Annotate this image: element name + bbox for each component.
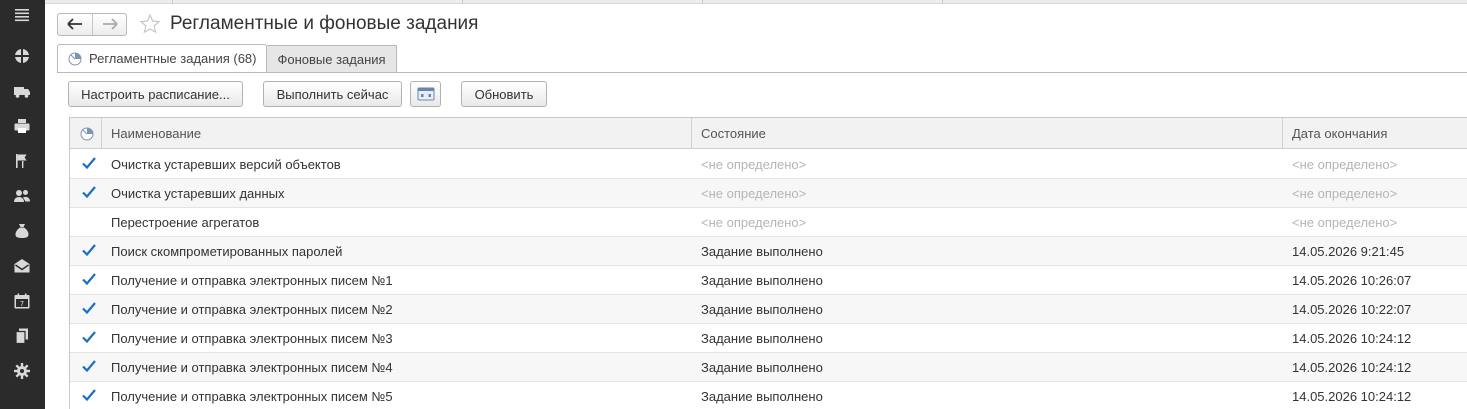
arrow-right-icon [102, 18, 118, 30]
checkmark-icon[interactable] [81, 358, 97, 374]
tab-label: Регламентные задания (68) [89, 51, 257, 66]
calendar-icon[interactable]: 7 [12, 291, 32, 311]
cell-state: Задание выполнено [701, 389, 823, 404]
documents-icon[interactable] [12, 326, 32, 346]
title-row: Регламентные и фоновые задания [57, 12, 478, 36]
gear-icon[interactable] [12, 361, 32, 381]
tab-scheduled-jobs[interactable]: Регламентные задания (68) [57, 44, 268, 72]
run-now-button[interactable]: Выполнить сейчас [263, 81, 402, 107]
checkmark-icon[interactable] [81, 184, 97, 200]
cell-state: Задание выполнено [701, 273, 823, 288]
table-row[interactable]: Получение и отправка электронных писем №… [70, 266, 1467, 295]
table-row[interactable]: Получение и отправка электронных писем №… [70, 295, 1467, 324]
jobs-table: Наименование Состояние Дата окончания Оч… [69, 117, 1467, 409]
clock-icon [80, 127, 94, 140]
tab-divider [57, 72, 1467, 73]
cell-name: Получение и отправка электронных писем №… [111, 273, 393, 288]
table-row[interactable]: Очистка устаревших версий объектов <не оп… [70, 150, 1467, 179]
back-button[interactable] [58, 14, 92, 35]
checkmark-icon[interactable] [81, 155, 97, 171]
cell-name: Очистка устаревших версий объектов [111, 157, 341, 172]
checkmark-icon[interactable] [81, 387, 97, 403]
flags-icon[interactable] [12, 151, 32, 171]
table-row[interactable]: Получение и отправка электронных писем №… [70, 353, 1467, 382]
users-icon[interactable] [12, 186, 32, 206]
debug-button[interactable] [410, 81, 441, 107]
cell-name: Получение и отправка электронных писем №… [111, 331, 393, 346]
table-row[interactable]: Получение и отправка электронных писем №… [70, 382, 1467, 409]
cell-end-date: 14.05.2026 10:24:12 [1292, 389, 1412, 404]
main-area: Регламентные и фоновые задания Регламент… [45, 4, 1467, 409]
console-icon [417, 87, 434, 101]
cell-end-date: 14.05.2026 10:22:07 [1292, 302, 1412, 317]
tab-background-jobs[interactable]: Фоновые задания [267, 45, 397, 72]
svg-text:7: 7 [20, 300, 24, 308]
cell-name: Получение и отправка электронных писем №… [111, 302, 393, 317]
cell-state: Задание выполнено [701, 331, 823, 346]
clock-icon [68, 52, 82, 65]
star-icon[interactable] [139, 13, 161, 35]
header-state[interactable]: Состояние [701, 118, 766, 149]
cell-name: Получение и отправка электронных писем №… [111, 360, 393, 375]
mail-icon[interactable] [12, 256, 32, 276]
configure-schedule-button[interactable]: Настроить расписание... [68, 81, 243, 107]
table-header: Наименование Состояние Дата окончания [70, 118, 1467, 149]
cell-state: Задание выполнено [701, 302, 823, 317]
forward-button[interactable] [92, 13, 126, 35]
cell-name: Получение и отправка электронных писем №… [111, 389, 393, 404]
truck-icon[interactable] [12, 81, 32, 101]
money-bag-icon[interactable] [12, 221, 32, 241]
arrow-left-icon [67, 18, 82, 30]
cell-end-date: 14.05.2026 9:21:45 [1292, 244, 1405, 259]
header-name[interactable]: Наименование [111, 118, 201, 149]
cell-state: <не определено> [701, 215, 807, 230]
checkmark-icon[interactable] [81, 300, 97, 316]
cell-end-date: <не определено> [1292, 186, 1398, 201]
table-row[interactable]: Перестроение агрегатов <не определено> <не… [70, 208, 1467, 237]
cell-state: Задание выполнено [701, 244, 823, 259]
cell-state: <не определено> [701, 186, 807, 201]
page-title: Регламентные и фоновые задания [170, 13, 479, 34]
cell-state: <не определено> [701, 157, 807, 172]
cell-name: Перестроение агрегатов [111, 215, 260, 230]
cell-end-date: <не определено> [1292, 215, 1398, 230]
menu-icon[interactable] [12, 5, 32, 25]
table-body: Очистка устаревших версий объектов <не оп… [70, 150, 1467, 409]
table-row[interactable]: Поиск скомпрометированных паролей Задание… [70, 237, 1467, 266]
cell-name: Очистка устаревших данных [111, 186, 285, 201]
cell-end-date: <не определено> [1292, 157, 1398, 172]
desktop-icon[interactable] [12, 46, 32, 66]
refresh-button[interactable]: Обновить [461, 81, 547, 107]
tab-bar: Регламентные задания (68) Фоновые задани… [57, 44, 397, 72]
cell-name: Поиск скомпрометированных паролей [111, 244, 343, 259]
header-end-date[interactable]: Дата окончания [1292, 118, 1387, 149]
cell-state: Задание выполнено [701, 360, 823, 375]
tab-label: Фоновые задания [277, 51, 386, 67]
navigation-buttons [57, 12, 127, 36]
printer-icon[interactable] [12, 116, 32, 136]
checkmark-icon[interactable] [81, 329, 97, 345]
table-row[interactable]: Очистка устаревших данных <не определено>… [70, 179, 1467, 208]
checkmark-icon[interactable] [81, 271, 97, 287]
table-row[interactable]: Получение и отправка электронных писем №… [70, 324, 1467, 353]
header-usage-column[interactable] [80, 118, 100, 149]
checkmark-icon[interactable] [81, 242, 97, 258]
sidebar: 7 [0, 0, 45, 409]
cell-end-date: 14.05.2026 10:24:12 [1292, 360, 1412, 375]
cell-end-date: 14.05.2026 10:26:07 [1292, 273, 1412, 288]
cell-end-date: 14.05.2026 10:24:12 [1292, 331, 1412, 346]
